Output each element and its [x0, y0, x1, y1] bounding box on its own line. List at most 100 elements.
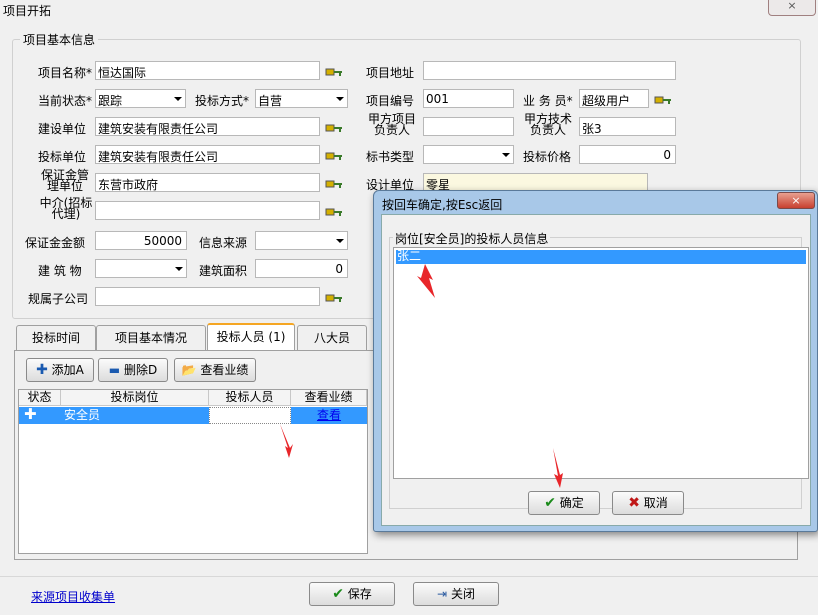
close-button-label: 关闭: [450, 587, 475, 601]
bid-method-value: 自营: [258, 94, 283, 108]
tender-type-label: 标书类型: [366, 150, 415, 164]
project-name-label: 项目名称*: [38, 66, 93, 80]
window-titlebar: 项目开拓: [0, 0, 818, 20]
view-performance-button[interactable]: 📂 查看业绩: [174, 358, 256, 382]
status-label: 当前状态*: [38, 94, 93, 108]
chevron-down-icon: [175, 267, 183, 271]
chevron-down-icon: [336, 239, 344, 243]
key-icon[interactable]: [325, 206, 343, 218]
project-name-input[interactable]: 恒达国际: [95, 61, 320, 80]
red-arrow-annotation: [417, 264, 435, 298]
project-no-label: 项目编号: [366, 94, 415, 108]
footer-divider: [0, 576, 818, 577]
delete-button-label: 删除D: [123, 363, 158, 377]
window-close-button[interactable]: ×: [768, 0, 816, 16]
key-icon[interactable]: [325, 150, 343, 162]
builder-label: 建设单位: [38, 122, 87, 136]
salesman-label: 业 务 员*: [523, 94, 573, 108]
tab-eight-staff[interactable]: 八大员: [297, 325, 367, 350]
tab-bid-time[interactable]: 投标时间: [16, 325, 96, 350]
bid-price-input[interactable]: 0: [579, 145, 676, 164]
deposit-input[interactable]: 50000: [95, 231, 187, 250]
bid-method-select[interactable]: 自营: [255, 89, 348, 108]
agent-label: 中介(招标代理): [39, 196, 93, 221]
subsidiary-label: 规属子公司: [28, 292, 89, 306]
list-item[interactable]: 张二: [396, 250, 806, 264]
window-title: 项目开拓: [3, 4, 52, 18]
chevron-down-icon: [336, 97, 344, 101]
view-performance-label: 查看业绩: [200, 363, 249, 377]
guarantee-mgr-label: 保证金管理单位: [40, 168, 89, 193]
info-source-select[interactable]: [255, 231, 348, 250]
close-button[interactable]: ⇥ 关闭: [413, 582, 499, 606]
project-address-input[interactable]: [423, 61, 676, 80]
close-icon: ×: [787, 0, 797, 12]
deposit-label: 保证金金额: [25, 236, 86, 250]
grid-header-position: 投标岗位: [61, 390, 209, 406]
source-collection-link[interactable]: 来源项目收集单: [31, 588, 115, 605]
client-pm-label: 甲方项目负责人: [367, 112, 416, 137]
ok-button[interactable]: ✔ 确定: [528, 491, 600, 515]
x-icon: ✖: [628, 495, 640, 511]
plus-icon: ✚: [24, 405, 37, 423]
status-value: 跟踪: [98, 94, 123, 108]
client-tech-input[interactable]: 张3: [579, 117, 676, 136]
grid-header-performance: 查看业绩: [291, 390, 367, 406]
bid-price-label: 投标价格: [523, 150, 572, 164]
grid-header-person: 投标人员: [209, 390, 291, 406]
status-select[interactable]: 跟踪: [95, 89, 186, 108]
ok-button-label: 确定: [559, 496, 584, 510]
grid-header-status: 状态: [19, 390, 61, 406]
building-select[interactable]: [95, 259, 187, 278]
list-item-label: 张二: [397, 249, 422, 263]
key-icon[interactable]: [325, 292, 343, 304]
info-source-label: 信息来源: [199, 236, 248, 250]
key-icon[interactable]: [654, 94, 672, 106]
dialog-close-button[interactable]: ×: [777, 192, 815, 209]
bidder-input[interactable]: 建筑安装有限责任公司: [95, 145, 320, 164]
client-pm-input[interactable]: [423, 117, 514, 136]
dialog-body: 岗位[安全员]的投标人员信息 张二 ✔ 确定 ✖ 取消: [381, 214, 811, 526]
project-no-input[interactable]: 001: [423, 89, 514, 108]
tab-project-overview[interactable]: 项目基本情况: [96, 325, 206, 350]
tender-type-select[interactable]: [423, 145, 514, 164]
key-icon[interactable]: [325, 178, 343, 190]
add-button-label: 添加A: [51, 363, 84, 377]
folder-icon: 📂: [181, 363, 197, 377]
building-label: 建 筑 物: [38, 264, 82, 278]
save-button-label: 保存: [347, 587, 372, 601]
exit-door-icon: ⇥: [437, 587, 448, 601]
red-arrow-annotation: [553, 448, 563, 488]
tab-bid-personnel[interactable]: 投标人员 (1): [207, 323, 295, 351]
row-position: 安全员: [64, 408, 101, 422]
plus-icon: ✚: [36, 362, 48, 378]
red-arrow-annotation: [280, 424, 293, 458]
builder-input[interactable]: 建筑安装有限责任公司: [95, 117, 320, 136]
basic-info-group-title: 项目基本信息: [20, 31, 99, 48]
table-row[interactable]: ✚ 安全员 查看: [19, 407, 367, 424]
salesman-input[interactable]: 超级用户: [579, 89, 649, 108]
agent-input[interactable]: [95, 201, 320, 220]
add-button[interactable]: ✚ 添加A: [26, 358, 94, 382]
project-address-label: 项目地址: [366, 66, 415, 80]
chevron-down-icon: [502, 153, 510, 157]
person-list[interactable]: 张二: [393, 247, 809, 479]
row-view-link[interactable]: 查看: [317, 407, 341, 424]
save-button[interactable]: ✔ 保存: [309, 582, 395, 606]
key-icon[interactable]: [325, 66, 343, 78]
delete-button[interactable]: ▬ 删除D: [98, 358, 168, 382]
close-icon: ×: [791, 194, 801, 207]
subsidiary-input[interactable]: [95, 287, 320, 306]
bid-method-label: 投标方式*: [195, 94, 250, 108]
check-icon: ✔: [332, 586, 344, 602]
guarantee-mgr-input[interactable]: 东营市政府: [95, 173, 320, 192]
chevron-down-icon: [174, 97, 182, 101]
building-area-label: 建筑面积: [199, 264, 248, 278]
key-icon[interactable]: [325, 122, 343, 134]
personnel-grid: 状态 投标岗位 投标人员 查看业绩 ✚ 安全员 查看: [18, 389, 368, 554]
cancel-button[interactable]: ✖ 取消: [612, 491, 684, 515]
client-tech-label: 甲方技术负责人: [523, 112, 572, 137]
person-select-dialog: 按回车确定,按Esc返回 × 岗位[安全员]的投标人员信息 张二 ✔ 确定 ✖ …: [373, 190, 818, 532]
building-area-input[interactable]: 0: [255, 259, 348, 278]
check-icon: ✔: [544, 495, 556, 511]
